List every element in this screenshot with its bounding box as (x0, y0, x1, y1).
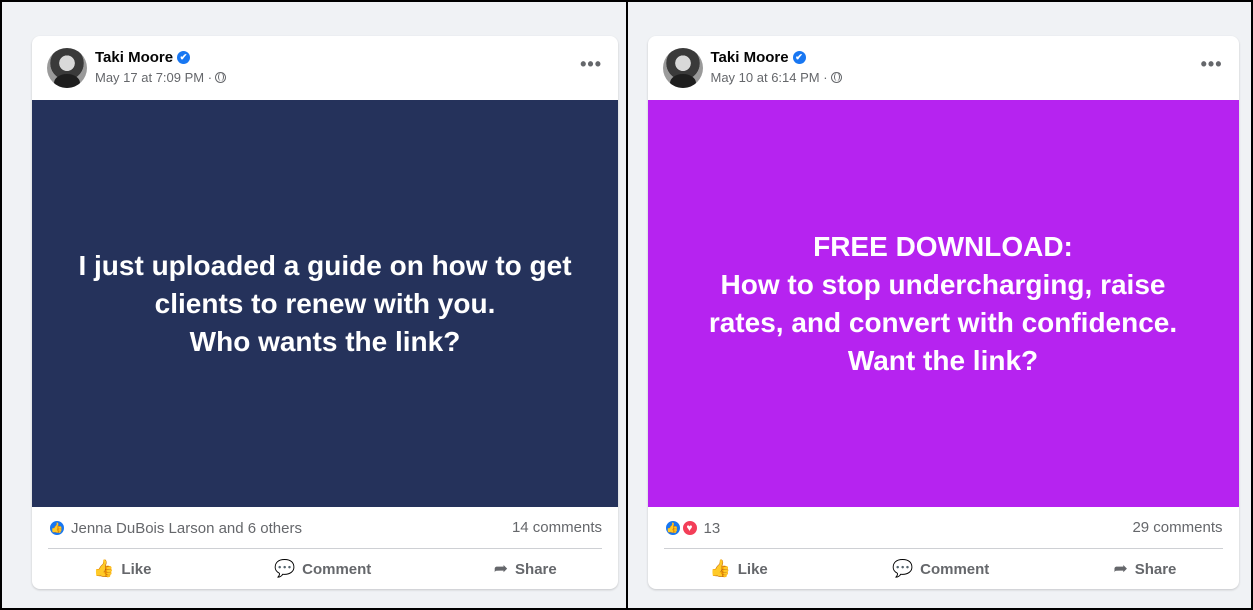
reactions-text[interactable]: 13 (704, 520, 721, 537)
like-label: Like (737, 560, 768, 578)
screenshot-frame: Taki Moore ✔ May 17 at 7:09 PM · ••• I j… (0, 0, 1253, 610)
reactions-text[interactable]: Jenna DuBois Larson and 6 others (71, 520, 302, 537)
post-header: Taki Moore ✔ May 10 at 6:14 PM · ••• (648, 36, 1239, 100)
verified-badge-icon: ✔ (792, 51, 806, 64)
share-icon: ➦ (493, 559, 509, 578)
share-button[interactable]: ➦ Share (474, 553, 577, 585)
verified-badge-icon: ✔ (177, 51, 191, 64)
reactions-summary[interactable]: 👍 Jenna DuBois Larson and 6 others (48, 519, 302, 537)
comment-label: Comment (302, 560, 372, 578)
left-panel: Taki Moore ✔ May 17 at 7:09 PM · ••• I j… (2, 2, 626, 608)
comments-count[interactable]: 14 comments (512, 519, 602, 536)
post-timestamp[interactable]: May 10 at 6:14 PM · (711, 70, 828, 85)
post-body: FREE DOWNLOAD: How to stop undercharging… (647, 100, 1239, 507)
post-text: I just uploaded a guide on how to get cl… (78, 249, 572, 357)
like-button[interactable]: 👍 Like (73, 553, 171, 585)
thumbs-up-icon: 👍 (93, 559, 115, 578)
like-label: Like (121, 560, 152, 578)
like-button[interactable]: 👍 Like (690, 553, 788, 585)
like-reaction-icon: 👍 (48, 519, 66, 537)
comment-label: Comment (920, 560, 990, 578)
thumbs-up-icon: 👍 (709, 559, 731, 578)
reactions-summary[interactable]: 👍 ♥ 13 (663, 519, 721, 537)
author-name[interactable]: Taki Moore ✔ (711, 49, 806, 66)
post-header: Taki Moore ✔ May 17 at 7:09 PM · ••• (32, 36, 618, 100)
avatar[interactable] (662, 48, 703, 88)
post-card: Taki Moore ✔ May 10 at 6:14 PM · ••• FRE… (647, 36, 1239, 589)
globe-icon (215, 72, 227, 83)
reactions-row: 👍 Jenna DuBois Larson and 6 others 14 co… (32, 507, 618, 549)
reactions-row: 👍 ♥ 13 29 comments (648, 507, 1239, 549)
comments-count[interactable]: 29 comments (1132, 519, 1222, 536)
share-label: Share (515, 560, 557, 578)
comment-icon: 💬 (891, 559, 914, 578)
more-options-button[interactable]: ••• (580, 54, 602, 75)
comment-button[interactable]: 💬 Comment (872, 553, 1009, 585)
action-bar: 👍 Like 💬 Comment ➦ Share (32, 549, 618, 589)
heart-reaction-icon: ♥ (680, 519, 699, 537)
more-options-button[interactable]: ••• (1201, 54, 1223, 75)
share-label: Share (1134, 560, 1177, 578)
comment-icon: 💬 (273, 559, 296, 578)
globe-icon (830, 72, 842, 83)
right-panel: Taki Moore ✔ May 10 at 6:14 PM · ••• FRE… (625, 2, 1251, 608)
avatar[interactable] (47, 48, 87, 88)
post-meta: May 17 at 7:09 PM · (95, 70, 227, 85)
post-timestamp[interactable]: May 17 at 7:09 PM · (95, 70, 212, 85)
post-body: I just uploaded a guide on how to get cl… (32, 100, 618, 507)
comment-button[interactable]: 💬 Comment (254, 553, 391, 585)
author-name-label[interactable]: Taki Moore (95, 49, 173, 66)
post-text: FREE DOWNLOAD: How to stop undercharging… (708, 230, 1178, 376)
action-bar: 👍 Like 💬 Comment ➦ Share (648, 549, 1239, 589)
post-meta: May 10 at 6:14 PM · (711, 70, 842, 85)
like-reaction-icon: 👍 (663, 519, 682, 537)
share-button[interactable]: ➦ Share (1093, 553, 1196, 585)
author-name[interactable]: Taki Moore ✔ (95, 49, 191, 66)
author-name-label[interactable]: Taki Moore (711, 49, 789, 66)
post-card: Taki Moore ✔ May 17 at 7:09 PM · ••• I j… (32, 36, 618, 589)
share-icon: ➦ (1113, 559, 1128, 578)
